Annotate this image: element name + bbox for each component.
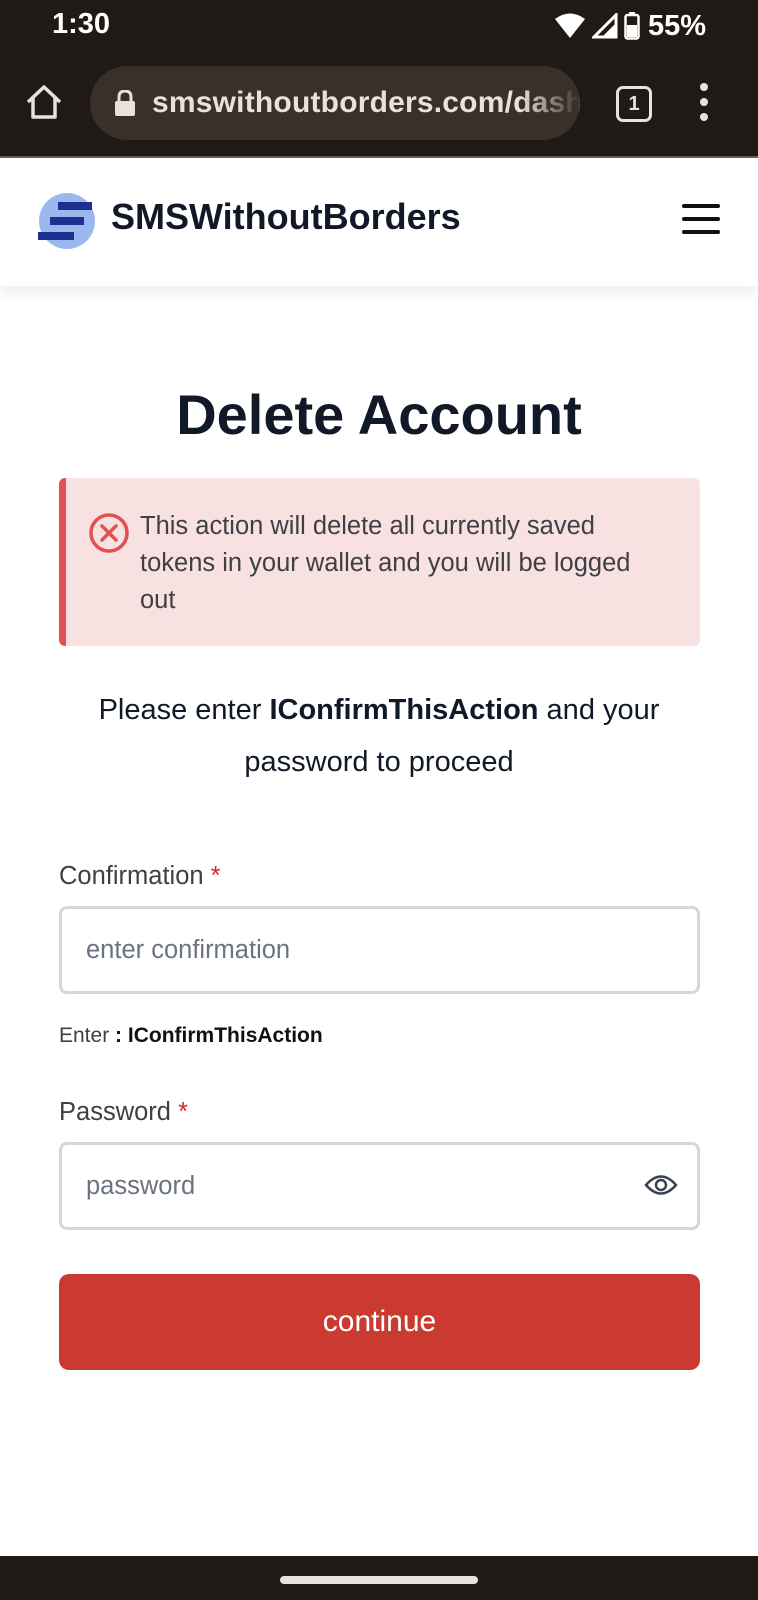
status-bar: 1:30 55% xyxy=(0,0,758,52)
more-options-icon[interactable] xyxy=(692,80,716,124)
url-fade xyxy=(520,66,580,140)
brand-name[interactable]: SMSWithoutBorders xyxy=(111,196,461,238)
password-input[interactable] xyxy=(59,1142,700,1230)
continue-button[interactable]: continue xyxy=(59,1274,700,1370)
confirmation-input[interactable] xyxy=(59,906,700,994)
hint-separator: : xyxy=(109,1024,128,1047)
site-header: SMSWithoutBorders xyxy=(0,158,758,286)
instruction-text: Please enter IConfirmThisAction and your… xyxy=(40,684,718,788)
confirmation-hint: Enter : IConfirmThisAction xyxy=(59,1024,323,1048)
error-circle-icon xyxy=(89,513,129,553)
home-icon[interactable] xyxy=(24,82,64,122)
required-marker: * xyxy=(210,862,221,890)
confirmation-label: Confirmation * xyxy=(59,862,221,891)
signal-icon xyxy=(591,13,618,39)
status-time: 1:30 xyxy=(52,8,111,40)
instruction-prefix: Please enter xyxy=(98,694,270,726)
battery-icon xyxy=(624,12,640,40)
hint-prefix: Enter xyxy=(59,1024,110,1047)
lock-icon xyxy=(115,90,135,116)
status-icons: 55% xyxy=(554,10,706,42)
hint-value: IConfirmThisAction xyxy=(127,1024,323,1047)
logo-icon[interactable] xyxy=(36,190,98,252)
tab-switcher-button[interactable]: 1 xyxy=(616,86,652,122)
browser-toolbar: smswithoutborders.com/dashboard 1 xyxy=(0,52,758,158)
page-title: Delete Account xyxy=(176,383,582,446)
system-nav-bar xyxy=(0,1556,758,1600)
warning-alert: This action will delete all currently sa… xyxy=(59,478,700,646)
wifi-icon xyxy=(554,13,585,38)
show-password-eye-icon[interactable] xyxy=(644,1172,678,1198)
password-label: Password * xyxy=(59,1098,188,1127)
alert-message: This action will delete all currently sa… xyxy=(140,512,631,614)
address-bar[interactable]: smswithoutborders.com/dashboard xyxy=(90,66,580,140)
gesture-handle[interactable] xyxy=(280,1576,478,1584)
instruction-keyword: IConfirmThisAction xyxy=(269,694,539,726)
required-marker: * xyxy=(178,1098,188,1126)
battery-percent: 55% xyxy=(647,9,706,42)
password-label-text: Password xyxy=(59,1098,171,1126)
confirmation-label-text: Confirmation xyxy=(59,862,204,890)
url-text: smswithoutborders.com/dashboard xyxy=(152,86,580,119)
hamburger-menu-icon[interactable] xyxy=(682,204,720,234)
